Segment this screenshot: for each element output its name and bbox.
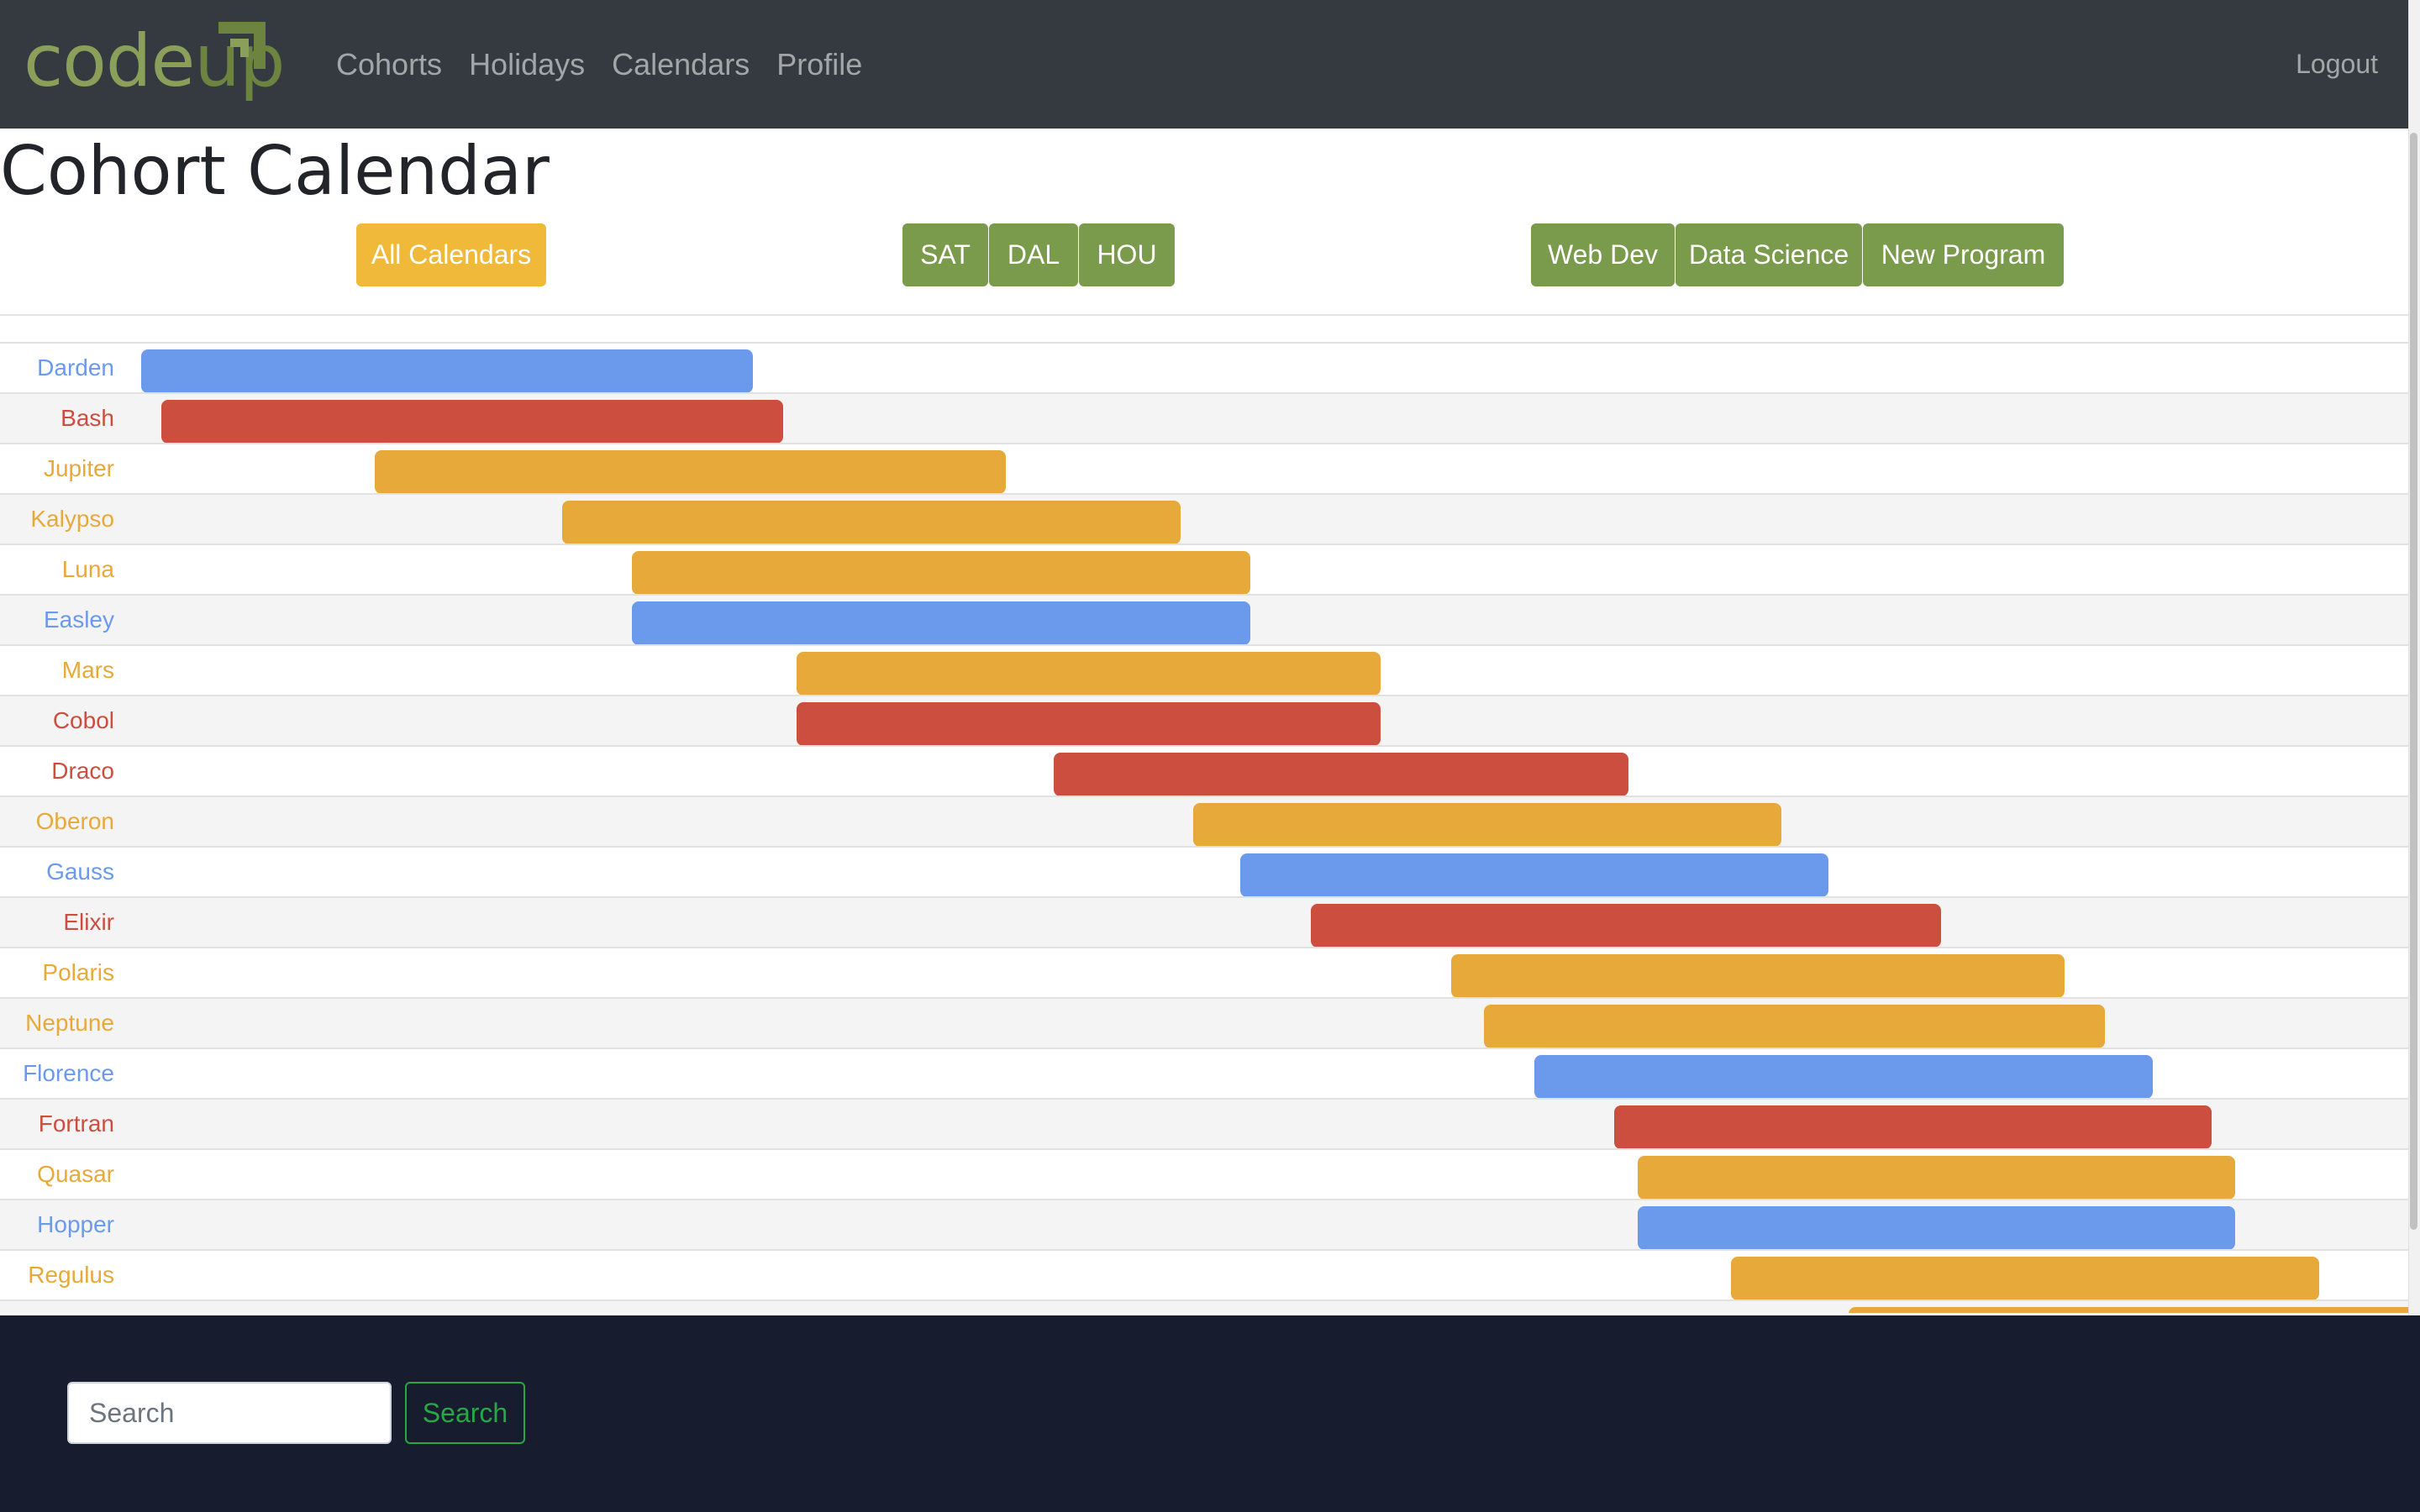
- nav-links: Cohorts Holidays Calendars Profile: [323, 0, 876, 129]
- cohort-label[interactable]: Regulus: [28, 1251, 114, 1299]
- all-calendars-button[interactable]: All Calendars: [356, 223, 546, 286]
- calendar-row: Luna: [0, 543, 2408, 595]
- calendar-row: Regulus: [0, 1249, 2408, 1300]
- cohort-label[interactable]: Hopper: [37, 1200, 114, 1249]
- nav-link-cohorts[interactable]: Cohorts: [323, 47, 455, 82]
- cohort-label[interactable]: Draco: [51, 747, 114, 795]
- search-input[interactable]: [67, 1382, 392, 1444]
- cohort-bar[interactable]: [1240, 853, 1828, 897]
- cohort-bar[interactable]: [1849, 1307, 2408, 1313]
- cohort-label[interactable]: Florence: [23, 1049, 114, 1098]
- calendar-row: Fortran: [0, 1098, 2408, 1149]
- cohort-bar[interactable]: [161, 400, 783, 444]
- cohort-bar[interactable]: [797, 652, 1381, 696]
- filter-program-newprogram-button[interactable]: New Program: [1863, 223, 2064, 286]
- cohort-label[interactable]: Bash: [60, 394, 114, 443]
- cohort-bar[interactable]: [1451, 954, 2065, 998]
- filter-program-datascience-button[interactable]: Data Science: [1676, 223, 1862, 286]
- cohort-bar[interactable]: [632, 601, 1250, 645]
- cohort-bar[interactable]: [562, 501, 1181, 544]
- cohort-label[interactable]: Darden: [37, 344, 114, 392]
- calendar-row: Oberon: [0, 795, 2408, 847]
- filter-location-dal-button[interactable]: DAL: [989, 223, 1078, 286]
- logout-link[interactable]: Logout: [2296, 0, 2378, 129]
- cohort-bar[interactable]: [1193, 803, 1781, 847]
- cohort-bar[interactable]: [375, 450, 1006, 494]
- cohort-label[interactable]: Elixir: [63, 898, 114, 947]
- calendar-row: Quasar: [0, 1148, 2408, 1200]
- cohort-bar[interactable]: [1311, 904, 1941, 948]
- cohort-bar[interactable]: [797, 702, 1381, 746]
- divider: [0, 314, 2408, 316]
- cohort-label[interactable]: Kalypso: [30, 495, 114, 543]
- calendar-row: Kalypso: [0, 493, 2408, 544]
- calendar-row: Elixir: [0, 896, 2408, 948]
- logo-chevron-icon: [218, 22, 266, 69]
- cohort-bar[interactable]: [1638, 1156, 2235, 1200]
- calendar-row: Florence: [0, 1047, 2408, 1099]
- calendar-row: Jupiter: [0, 443, 2408, 494]
- cohort-label[interactable]: Polaris: [42, 948, 114, 997]
- cohort-bar[interactable]: [141, 349, 753, 393]
- nav-link-holidays[interactable]: Holidays: [455, 47, 598, 82]
- filter-location-sat-button[interactable]: SAT: [902, 223, 988, 286]
- cohort-label[interactable]: Mars: [62, 646, 114, 695]
- cohort-label[interactable]: Gauss: [46, 848, 114, 896]
- cohort-bar[interactable]: [1534, 1055, 2153, 1099]
- calendar-row: Easley: [0, 594, 2408, 645]
- calendar-row: Gauss: [0, 846, 2408, 897]
- calendar-row: Neptune: [0, 997, 2408, 1048]
- cohort-label[interactable]: Oberon: [36, 797, 114, 846]
- nav-link-calendars[interactable]: Calendars: [598, 47, 763, 82]
- calendar-row: Bash: [0, 392, 2408, 444]
- cohort-bar[interactable]: [1638, 1206, 2235, 1250]
- filter-location-hou-button[interactable]: HOU: [1079, 223, 1175, 286]
- calendar-row: Polaris: [0, 947, 2408, 998]
- calendar-row: Cobol: [0, 695, 2408, 746]
- cohort-bar[interactable]: [1484, 1005, 2105, 1048]
- cohort-label[interactable]: Easley: [44, 596, 114, 644]
- cohort-label[interactable]: Neptune: [25, 999, 114, 1047]
- calendar-row: Mars: [0, 644, 2408, 696]
- cohort-bar[interactable]: [632, 551, 1250, 595]
- calendar-row: Draco: [0, 745, 2408, 796]
- search-button[interactable]: Search: [405, 1382, 525, 1444]
- cohort-label[interactable]: Cobol: [53, 696, 114, 745]
- page-title: Cohort Calendar: [0, 132, 550, 210]
- cohort-label[interactable]: Quasar: [37, 1150, 114, 1199]
- cohort-label[interactable]: Fortran: [39, 1100, 114, 1148]
- calendar-row: Darden: [0, 342, 2408, 393]
- codeup-logo[interactable]: codeup: [24, 18, 286, 111]
- cohort-bar[interactable]: [1054, 753, 1628, 796]
- cohort-label[interactable]: Jupiter: [44, 444, 114, 493]
- filter-program-webdev-button[interactable]: Web Dev: [1531, 223, 1675, 286]
- navbar: codeup Cohorts Holidays Calendars Profil…: [0, 0, 2420, 129]
- cohort-bar[interactable]: [1614, 1105, 2212, 1149]
- scrollbar-thumb[interactable]: [2410, 133, 2417, 1230]
- logo-text-code: code: [24, 19, 195, 103]
- cohort-label[interactable]: Luna: [62, 545, 114, 594]
- cohort-bar[interactable]: [1731, 1257, 2319, 1300]
- cohort-calendar: Darden Bash Jupiter Kalypso Luna Easley Mars Co…: [0, 342, 2408, 1313]
- calendar-row: Hopper: [0, 1199, 2408, 1250]
- calendar-row: [0, 1299, 2408, 1313]
- nav-link-profile[interactable]: Profile: [763, 47, 876, 82]
